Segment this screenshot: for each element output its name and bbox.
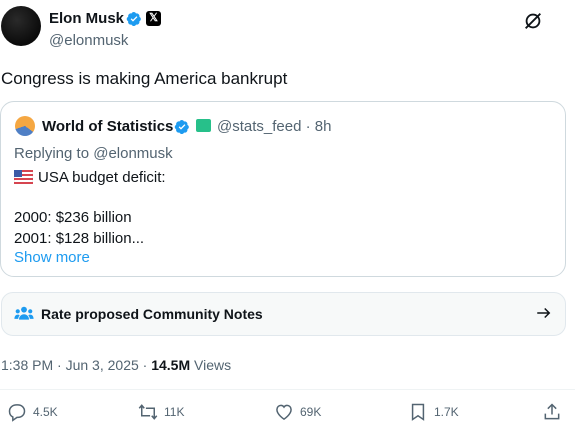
quoted-author-name[interactable]: World of Statistics [42,117,173,136]
like-count: 69K [300,405,322,419]
divider [0,389,575,390]
tweet-date[interactable]: Jun 3, 2025 [66,357,139,373]
reply-icon [8,404,26,422]
author-avatar[interactable] [1,6,41,46]
us-flag-icon [14,170,33,184]
quoted-time: · 8h [305,118,332,135]
show-more-link[interactable]: Show more [14,248,90,267]
quoted-line-2: 2000: $236 billion [14,209,132,226]
repost-count: 11K [164,405,185,419]
quoted-line-1: USA budget deficit: [38,169,166,186]
quoted-line-3: 2001: $128 billion... [14,230,145,247]
tweet-meta: 1:38 PM · Jun 3, 2025 · 14.5M Views [1,357,232,373]
author-handle[interactable]: @elonmusk [49,31,128,50]
bookmark-icon [411,403,425,421]
like-button[interactable]: 69K [274,402,321,422]
reply-count: 4.5K [33,405,58,419]
tweet-time[interactable]: 1:38 PM [1,357,53,373]
quoted-avatar[interactable] [15,116,35,136]
views-label: Views [194,357,232,373]
tweet-text: Congress is making America bankrupt [1,69,288,88]
affiliation-badge-icon [196,119,211,132]
author-name[interactable]: Elon Musk [49,9,124,28]
community-notes-icon [14,306,34,320]
replying-to: Replying to @elonmusk [14,145,173,162]
repost-icon [138,404,158,420]
share-button[interactable] [542,402,562,422]
quoted-handle[interactable]: @stats_feed · 8h [217,117,331,136]
quoted-verified-badge-icon [174,120,189,135]
arrow-right-icon[interactable] [535,304,553,322]
heart-icon [276,404,292,420]
repost-button[interactable]: 11K [138,402,184,422]
share-icon [544,403,560,420]
grok-icon[interactable] [522,10,544,32]
bookmark-count: 1.7K [434,405,459,419]
community-notes-label[interactable]: Rate proposed Community Notes [41,305,263,323]
views-count: 14.5M [151,357,191,373]
verified-badge-icon [126,12,141,27]
x-affiliation-icon: 𝕏 [146,11,161,26]
bookmark-button[interactable]: 1.7K [408,402,459,422]
reply-button[interactable]: 4.5K [7,402,58,422]
